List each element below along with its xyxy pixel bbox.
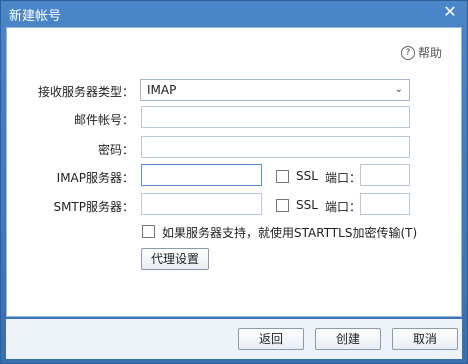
server-type-select[interactable]: IMAP ⌄ <box>140 79 410 101</box>
close-icon[interactable]: ✕ <box>441 3 459 21</box>
imap-port-label: 端口： <box>325 171 362 185</box>
server-type-label: 接收服务器类型： <box>37 85 134 99</box>
cancel-button[interactable]: 取消 <box>392 328 458 350</box>
smtp-port-label: 端口： <box>325 200 362 214</box>
imap-server-input[interactable] <box>141 164 262 186</box>
dialog-window: 新建帐号 ✕ ? 帮助 接收服务器类型： IMAP ⌄ 邮件帐号： 密码： IM… <box>0 0 468 364</box>
imap-ssl-label: SSL <box>296 169 318 183</box>
smtp-ssl-label: SSL <box>296 198 318 212</box>
smtp-server-input[interactable] <box>141 193 262 215</box>
imap-ssl-checkbox[interactable] <box>276 170 289 183</box>
server-type-value: IMAP <box>147 83 177 97</box>
account-label: 邮件帐号： <box>73 113 134 127</box>
smtp-server-label: SMTP服务器： <box>53 200 134 214</box>
smtp-port-input[interactable] <box>360 193 410 215</box>
help-link[interactable]: ? 帮助 <box>401 44 442 61</box>
starttls-label: 如果服务器支持，就使用STARTTLS加密传输(T) <box>162 226 418 240</box>
help-label: 帮助 <box>418 46 443 60</box>
back-button[interactable]: 返回 <box>238 328 304 350</box>
chevron-down-icon: ⌄ <box>394 84 403 95</box>
proxy-settings-button[interactable]: 代理设置 <box>141 248 209 270</box>
title-bar: 新建帐号 ✕ <box>1 1 467 25</box>
starttls-checkbox[interactable] <box>142 225 155 238</box>
dialog-title: 新建帐号 <box>9 9 62 24</box>
imap-server-label: IMAP服务器： <box>56 171 134 185</box>
question-circle-icon: ? <box>401 45 415 60</box>
smtp-ssl-checkbox[interactable] <box>276 199 289 212</box>
password-label: 密码： <box>97 143 134 157</box>
password-input[interactable] <box>141 136 410 158</box>
account-input[interactable] <box>141 106 410 128</box>
form-panel: ? 帮助 接收服务器类型： IMAP ⌄ 邮件帐号： 密码： IMAP服务器： … <box>6 27 462 317</box>
create-button[interactable]: 创建 <box>315 328 381 350</box>
footer-bar: 返回 创建 取消 <box>6 319 462 359</box>
imap-port-input[interactable] <box>360 164 410 186</box>
